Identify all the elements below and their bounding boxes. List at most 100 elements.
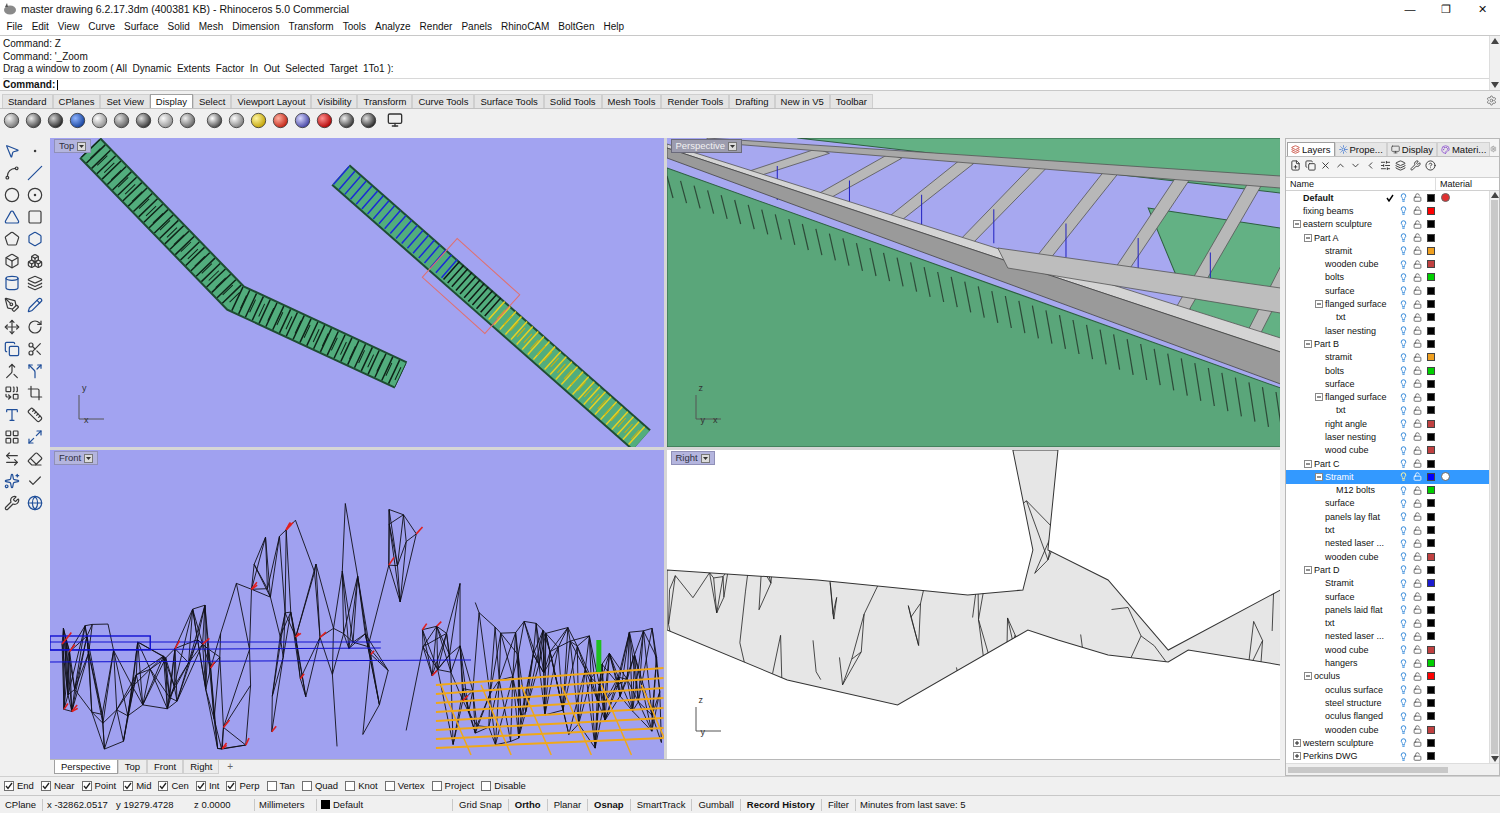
collapse-icon[interactable]	[1304, 672, 1312, 680]
layer-color-swatch[interactable]	[1427, 446, 1435, 454]
layer-row[interactable]: stramit	[1286, 351, 1489, 364]
tool-icon[interactable]	[27, 319, 43, 335]
lock-icon[interactable]	[1413, 459, 1422, 468]
menu-item[interactable]: Panels	[457, 20, 497, 34]
osnap-checkbox[interactable]	[481, 781, 491, 791]
visibility-bulb-icon[interactable]	[1399, 486, 1408, 495]
toolbar-tab[interactable]: Visibility	[311, 94, 357, 108]
lock-icon[interactable]	[1413, 286, 1422, 295]
viewport-menu-icon[interactable]	[701, 454, 710, 463]
collapse-icon[interactable]	[1293, 220, 1301, 228]
lock-icon[interactable]	[1413, 193, 1422, 202]
toolbar-tab[interactable]: Viewport Layout	[231, 94, 311, 108]
viewport-tab[interactable]: Front	[147, 760, 183, 774]
column-header[interactable]: Material	[1436, 178, 1472, 190]
display-mode-icon[interactable]	[47, 112, 64, 129]
lock-icon[interactable]	[1413, 579, 1422, 588]
menu-item[interactable]: Transform	[284, 20, 338, 34]
layer-row[interactable]: western sculpture	[1286, 736, 1489, 749]
display-mode-icon[interactable]	[3, 112, 20, 129]
visibility-bulb-icon[interactable]	[1399, 512, 1408, 521]
layer-row[interactable]: M12 bolts	[1286, 484, 1489, 497]
layer-row[interactable]: nested laser ...	[1286, 537, 1489, 550]
gear-icon[interactable]	[1486, 95, 1497, 106]
toolbar-tab[interactable]: Set View	[100, 94, 149, 108]
tool-icon[interactable]	[27, 495, 43, 511]
visibility-bulb-icon[interactable]	[1399, 698, 1408, 707]
visibility-bulb-icon[interactable]	[1399, 738, 1408, 747]
lock-icon[interactable]	[1413, 379, 1422, 388]
tool-icon[interactable]	[27, 363, 43, 379]
layer-color-swatch[interactable]	[1427, 619, 1435, 627]
toolbar-tab[interactable]: CPlanes	[53, 94, 101, 108]
collapse-icon[interactable]	[1315, 300, 1323, 308]
visibility-bulb-icon[interactable]	[1399, 712, 1408, 721]
layer-color-swatch[interactable]	[1427, 220, 1435, 228]
layer-row[interactable]: wooden cube	[1286, 257, 1489, 270]
viewport-menu-icon[interactable]	[84, 454, 93, 463]
tool-icon[interactable]	[27, 165, 43, 181]
lock-icon[interactable]	[1413, 446, 1422, 455]
scroll-up-icon[interactable]	[1491, 192, 1499, 198]
toolbar-tab[interactable]: Select	[193, 94, 231, 108]
viewport-menu-icon[interactable]	[728, 142, 737, 151]
tool-icon[interactable]	[4, 341, 20, 357]
tool-icon[interactable]	[27, 473, 43, 489]
lock-icon[interactable]	[1413, 698, 1422, 707]
visibility-bulb-icon[interactable]	[1399, 605, 1408, 614]
layer-color-swatch[interactable]	[1427, 393, 1435, 401]
tool-icon[interactable]	[4, 363, 20, 379]
visibility-bulb-icon[interactable]	[1399, 592, 1408, 601]
display-mode-icon[interactable]	[69, 112, 86, 129]
status-toggle[interactable]: Ortho	[508, 799, 547, 811]
layer-row[interactable]: txt	[1286, 311, 1489, 324]
layer-color-swatch[interactable]	[1427, 672, 1435, 680]
lock-icon[interactable]	[1413, 300, 1422, 309]
menu-item[interactable]: Dimension	[228, 20, 284, 34]
osnap-option[interactable]: Project	[432, 780, 475, 792]
visibility-bulb-icon[interactable]	[1399, 645, 1408, 654]
display-mode-icon[interactable]	[294, 112, 311, 129]
layer-row[interactable]: Perkins DWG	[1286, 749, 1489, 762]
viewport-tab[interactable]: Right	[183, 760, 219, 774]
tool-icon[interactable]	[4, 253, 20, 269]
visibility-bulb-icon[interactable]	[1399, 193, 1408, 202]
menu-item[interactable]: Tools	[338, 20, 370, 34]
toolbar-tab[interactable]: Surface Tools	[474, 94, 543, 108]
layer-color-swatch[interactable]	[1427, 473, 1435, 481]
lock-icon[interactable]	[1413, 353, 1422, 362]
menu-item[interactable]: Analyze	[371, 20, 416, 34]
lock-icon[interactable]	[1413, 605, 1422, 614]
layer-color-swatch[interactable]	[1427, 513, 1435, 521]
layer-row[interactable]: right angle	[1286, 417, 1489, 430]
layer-color-swatch[interactable]	[1427, 646, 1435, 654]
layer-row[interactable]: txt	[1286, 617, 1489, 630]
layer-color-swatch[interactable]	[1427, 327, 1435, 335]
layer-color-swatch[interactable]	[1427, 194, 1435, 202]
layer-row[interactable]: laser nesting	[1286, 430, 1489, 443]
visibility-bulb-icon[interactable]	[1399, 432, 1408, 441]
lock-icon[interactable]	[1413, 313, 1422, 322]
lock-icon[interactable]	[1413, 246, 1422, 255]
layer-tool-icon[interactable]	[1380, 160, 1391, 171]
layer-tool-icon[interactable]	[1425, 160, 1436, 171]
toolbar-tab[interactable]: Curve Tools	[412, 94, 474, 108]
layer-tool-icon[interactable]	[1290, 160, 1301, 171]
layer-color-swatch[interactable]	[1427, 247, 1435, 255]
tool-icon[interactable]	[4, 407, 20, 423]
visibility-bulb-icon[interactable]	[1399, 619, 1408, 628]
tool-icon[interactable]	[27, 297, 43, 313]
layer-row[interactable]: Part A	[1286, 231, 1489, 244]
add-viewport-tab[interactable]: +	[222, 760, 238, 773]
menu-item[interactable]: Edit	[27, 20, 53, 34]
viewport-menu-icon[interactable]	[77, 142, 86, 151]
visibility-bulb-icon[interactable]	[1399, 393, 1408, 402]
visibility-bulb-icon[interactable]	[1399, 565, 1408, 574]
visibility-bulb-icon[interactable]	[1399, 446, 1408, 455]
tool-icon[interactable]	[4, 429, 20, 445]
visibility-bulb-icon[interactable]	[1399, 526, 1408, 535]
gear-icon[interactable]	[1490, 144, 1497, 154]
collapse-icon[interactable]	[1304, 340, 1312, 348]
tool-icon[interactable]	[27, 275, 43, 291]
window-control[interactable]: ❐	[1428, 1, 1464, 17]
